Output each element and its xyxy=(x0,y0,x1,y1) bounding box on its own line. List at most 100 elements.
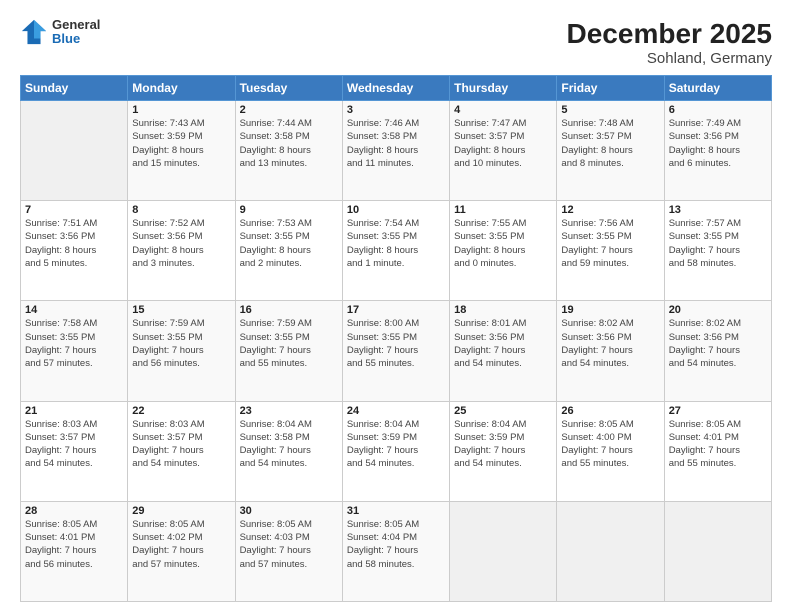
calendar-cell: 5Sunrise: 7:48 AM Sunset: 3:57 PM Daylig… xyxy=(557,101,664,201)
day-info: Sunrise: 7:44 AM Sunset: 3:58 PM Dayligh… xyxy=(240,117,338,170)
day-info: Sunrise: 8:05 AM Sunset: 4:01 PM Dayligh… xyxy=(669,418,767,471)
day-number: 18 xyxy=(454,304,552,316)
day-number: 13 xyxy=(669,204,767,216)
day-info: Sunrise: 7:59 AM Sunset: 3:55 PM Dayligh… xyxy=(132,317,230,370)
day-info: Sunrise: 8:04 AM Sunset: 3:58 PM Dayligh… xyxy=(240,418,338,471)
day-info: Sunrise: 7:56 AM Sunset: 3:55 PM Dayligh… xyxy=(561,217,659,270)
day-number: 9 xyxy=(240,204,338,216)
day-info: Sunrise: 8:00 AM Sunset: 3:55 PM Dayligh… xyxy=(347,317,445,370)
calendar-cell: 2Sunrise: 7:44 AM Sunset: 3:58 PM Daylig… xyxy=(235,101,342,201)
day-info: Sunrise: 7:47 AM Sunset: 3:57 PM Dayligh… xyxy=(454,117,552,170)
day-info: Sunrise: 7:49 AM Sunset: 3:56 PM Dayligh… xyxy=(669,117,767,170)
day-number: 10 xyxy=(347,204,445,216)
day-number: 16 xyxy=(240,304,338,316)
day-number: 4 xyxy=(454,104,552,116)
calendar-subtitle: Sohland, Germany xyxy=(567,50,772,67)
header-cell-saturday: Saturday xyxy=(664,76,771,101)
day-info: Sunrise: 8:05 AM Sunset: 4:01 PM Dayligh… xyxy=(25,518,123,571)
day-number: 23 xyxy=(240,405,338,417)
day-number: 6 xyxy=(669,104,767,116)
day-info: Sunrise: 8:04 AM Sunset: 3:59 PM Dayligh… xyxy=(454,418,552,471)
day-info: Sunrise: 7:51 AM Sunset: 3:56 PM Dayligh… xyxy=(25,217,123,270)
day-info: Sunrise: 7:58 AM Sunset: 3:55 PM Dayligh… xyxy=(25,317,123,370)
calendar-cell xyxy=(557,501,664,601)
calendar-cell: 25Sunrise: 8:04 AM Sunset: 3:59 PM Dayli… xyxy=(450,401,557,501)
header: General Blue December 2025 Sohland, Germ… xyxy=(20,18,772,67)
day-number: 19 xyxy=(561,304,659,316)
calendar-cell xyxy=(450,501,557,601)
day-info: Sunrise: 7:43 AM Sunset: 3:59 PM Dayligh… xyxy=(132,117,230,170)
header-cell-tuesday: Tuesday xyxy=(235,76,342,101)
calendar-cell: 31Sunrise: 8:05 AM Sunset: 4:04 PM Dayli… xyxy=(342,501,449,601)
day-info: Sunrise: 8:05 AM Sunset: 4:03 PM Dayligh… xyxy=(240,518,338,571)
header-row: SundayMondayTuesdayWednesdayThursdayFrid… xyxy=(21,76,772,101)
day-info: Sunrise: 8:05 AM Sunset: 4:04 PM Dayligh… xyxy=(347,518,445,571)
calendar-cell: 16Sunrise: 7:59 AM Sunset: 3:55 PM Dayli… xyxy=(235,301,342,401)
calendar-cell: 12Sunrise: 7:56 AM Sunset: 3:55 PM Dayli… xyxy=(557,201,664,301)
week-row-2: 14Sunrise: 7:58 AM Sunset: 3:55 PM Dayli… xyxy=(21,301,772,401)
day-number: 31 xyxy=(347,505,445,517)
day-info: Sunrise: 8:02 AM Sunset: 3:56 PM Dayligh… xyxy=(669,317,767,370)
calendar-cell: 8Sunrise: 7:52 AM Sunset: 3:56 PM Daylig… xyxy=(128,201,235,301)
calendar-cell: 18Sunrise: 8:01 AM Sunset: 3:56 PM Dayli… xyxy=(450,301,557,401)
day-info: Sunrise: 7:57 AM Sunset: 3:55 PM Dayligh… xyxy=(669,217,767,270)
calendar-table: SundayMondayTuesdayWednesdayThursdayFrid… xyxy=(20,75,772,602)
day-number: 28 xyxy=(25,505,123,517)
day-number: 2 xyxy=(240,104,338,116)
header-cell-friday: Friday xyxy=(557,76,664,101)
day-info: Sunrise: 8:05 AM Sunset: 4:02 PM Dayligh… xyxy=(132,518,230,571)
calendar-cell: 13Sunrise: 7:57 AM Sunset: 3:55 PM Dayli… xyxy=(664,201,771,301)
logo-icon xyxy=(20,18,48,46)
calendar-cell: 20Sunrise: 8:02 AM Sunset: 3:56 PM Dayli… xyxy=(664,301,771,401)
page: General Blue December 2025 Sohland, Germ… xyxy=(0,0,792,612)
calendar-title: December 2025 xyxy=(567,18,772,50)
header-cell-thursday: Thursday xyxy=(450,76,557,101)
calendar-cell: 21Sunrise: 8:03 AM Sunset: 3:57 PM Dayli… xyxy=(21,401,128,501)
day-info: Sunrise: 7:55 AM Sunset: 3:55 PM Dayligh… xyxy=(454,217,552,270)
calendar-cell: 19Sunrise: 8:02 AM Sunset: 3:56 PM Dayli… xyxy=(557,301,664,401)
calendar-cell: 4Sunrise: 7:47 AM Sunset: 3:57 PM Daylig… xyxy=(450,101,557,201)
calendar-cell: 23Sunrise: 8:04 AM Sunset: 3:58 PM Dayli… xyxy=(235,401,342,501)
day-info: Sunrise: 7:48 AM Sunset: 3:57 PM Dayligh… xyxy=(561,117,659,170)
day-number: 24 xyxy=(347,405,445,417)
title-block: December 2025 Sohland, Germany xyxy=(567,18,772,67)
day-info: Sunrise: 8:03 AM Sunset: 3:57 PM Dayligh… xyxy=(132,418,230,471)
day-info: Sunrise: 8:05 AM Sunset: 4:00 PM Dayligh… xyxy=(561,418,659,471)
calendar-cell xyxy=(664,501,771,601)
header-cell-monday: Monday xyxy=(128,76,235,101)
logo: General Blue xyxy=(20,18,100,47)
day-info: Sunrise: 7:59 AM Sunset: 3:55 PM Dayligh… xyxy=(240,317,338,370)
calendar-cell: 11Sunrise: 7:55 AM Sunset: 3:55 PM Dayli… xyxy=(450,201,557,301)
week-row-0: 1Sunrise: 7:43 AM Sunset: 3:59 PM Daylig… xyxy=(21,101,772,201)
day-info: Sunrise: 8:04 AM Sunset: 3:59 PM Dayligh… xyxy=(347,418,445,471)
calendar-cell: 15Sunrise: 7:59 AM Sunset: 3:55 PM Dayli… xyxy=(128,301,235,401)
day-number: 5 xyxy=(561,104,659,116)
calendar-cell: 3Sunrise: 7:46 AM Sunset: 3:58 PM Daylig… xyxy=(342,101,449,201)
calendar-cell: 26Sunrise: 8:05 AM Sunset: 4:00 PM Dayli… xyxy=(557,401,664,501)
day-number: 12 xyxy=(561,204,659,216)
day-number: 7 xyxy=(25,204,123,216)
day-number: 20 xyxy=(669,304,767,316)
day-number: 27 xyxy=(669,405,767,417)
calendar-cell: 14Sunrise: 7:58 AM Sunset: 3:55 PM Dayli… xyxy=(21,301,128,401)
calendar-cell: 30Sunrise: 8:05 AM Sunset: 4:03 PM Dayli… xyxy=(235,501,342,601)
day-number: 17 xyxy=(347,304,445,316)
calendar-cell: 17Sunrise: 8:00 AM Sunset: 3:55 PM Dayli… xyxy=(342,301,449,401)
day-number: 25 xyxy=(454,405,552,417)
day-number: 29 xyxy=(132,505,230,517)
calendar-body: 1Sunrise: 7:43 AM Sunset: 3:59 PM Daylig… xyxy=(21,101,772,602)
calendar-cell: 29Sunrise: 8:05 AM Sunset: 4:02 PM Dayli… xyxy=(128,501,235,601)
calendar-cell: 6Sunrise: 7:49 AM Sunset: 3:56 PM Daylig… xyxy=(664,101,771,201)
day-info: Sunrise: 8:03 AM Sunset: 3:57 PM Dayligh… xyxy=(25,418,123,471)
logo-text: General Blue xyxy=(52,18,100,47)
day-info: Sunrise: 7:46 AM Sunset: 3:58 PM Dayligh… xyxy=(347,117,445,170)
day-info: Sunrise: 7:52 AM Sunset: 3:56 PM Dayligh… xyxy=(132,217,230,270)
week-row-4: 28Sunrise: 8:05 AM Sunset: 4:01 PM Dayli… xyxy=(21,501,772,601)
day-number: 21 xyxy=(25,405,123,417)
day-number: 1 xyxy=(132,104,230,116)
day-number: 26 xyxy=(561,405,659,417)
week-row-1: 7Sunrise: 7:51 AM Sunset: 3:56 PM Daylig… xyxy=(21,201,772,301)
day-number: 30 xyxy=(240,505,338,517)
day-info: Sunrise: 7:54 AM Sunset: 3:55 PM Dayligh… xyxy=(347,217,445,270)
day-number: 14 xyxy=(25,304,123,316)
